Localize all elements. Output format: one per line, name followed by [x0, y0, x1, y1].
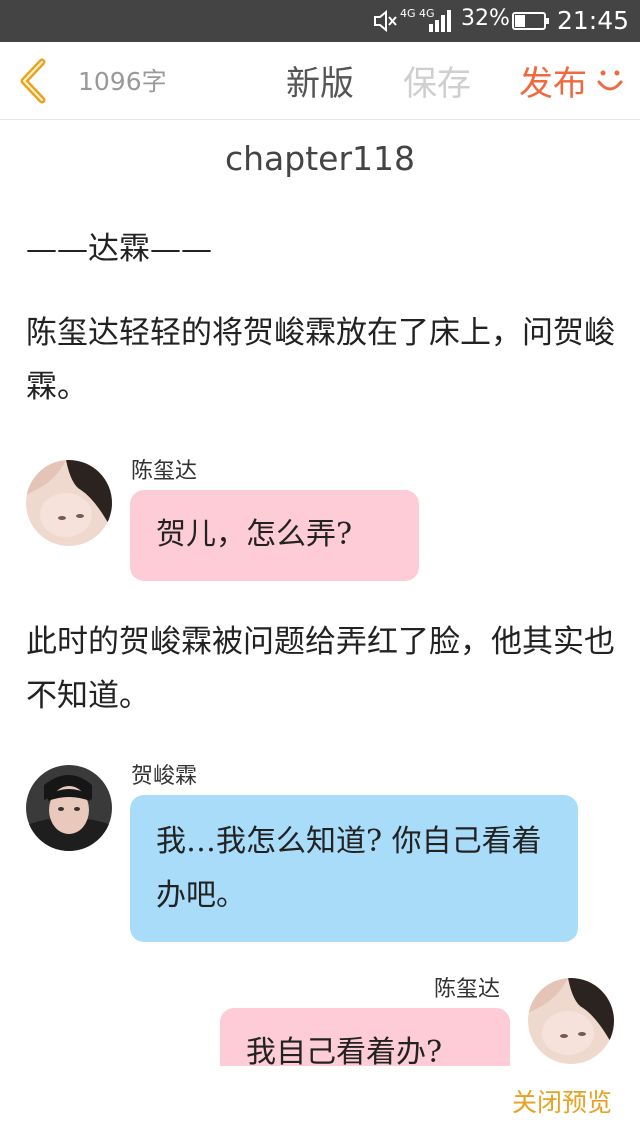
word-count: 1096字 — [78, 67, 167, 96]
chat-bubble: 我…我怎么知道? 你自己看着办吧。 — [130, 795, 578, 942]
paragraph: 此时的贺峻霖被问题给弄红了脸，他其实也不知道。 — [26, 624, 615, 714]
speaker-name: 陈玺达 — [131, 459, 198, 484]
new-version-button[interactable]: 新版 — [286, 56, 354, 105]
avatar — [528, 978, 614, 1064]
clock: 21:45 — [557, 6, 630, 35]
chat-bubble: 贺儿，怎么弄? — [130, 490, 419, 581]
chat-bubble: 我自己看着办? — [220, 1008, 510, 1066]
battery-percent: 32% — [461, 6, 510, 31]
mute-icon — [374, 9, 397, 33]
speaker-name: 贺峻霖 — [131, 764, 198, 789]
save-button[interactable]: 保存 — [403, 56, 471, 105]
back-icon[interactable] — [12, 56, 56, 106]
paragraph: 陈玺达轻轻的将贺峻霖放在了床上，问贺峻霖。 — [26, 315, 615, 405]
signal-icon — [429, 10, 451, 32]
avatar — [26, 460, 112, 546]
speaker-name: 陈玺达 — [434, 977, 501, 1002]
battery-icon — [512, 12, 549, 30]
status-bar: 4G 4G 32% 21:45 — [0, 0, 640, 42]
chapter-title: chapter118 — [224, 139, 416, 178]
publish-button[interactable]: 发布 — [519, 56, 587, 105]
editor-toolbar: 1096字 新版 保存 发布 — [0, 42, 640, 120]
avatar — [26, 765, 112, 851]
section-title: ——达霖—— — [26, 231, 212, 267]
smile-icon[interactable] — [594, 64, 626, 96]
chapter-preview[interactable]: chapter118 ——达霖—— 陈玺达轻轻的将贺峻霖放在了床上，问贺峻霖。 … — [0, 121, 640, 1066]
close-preview-button[interactable]: 关闭预览 — [512, 1083, 612, 1119]
